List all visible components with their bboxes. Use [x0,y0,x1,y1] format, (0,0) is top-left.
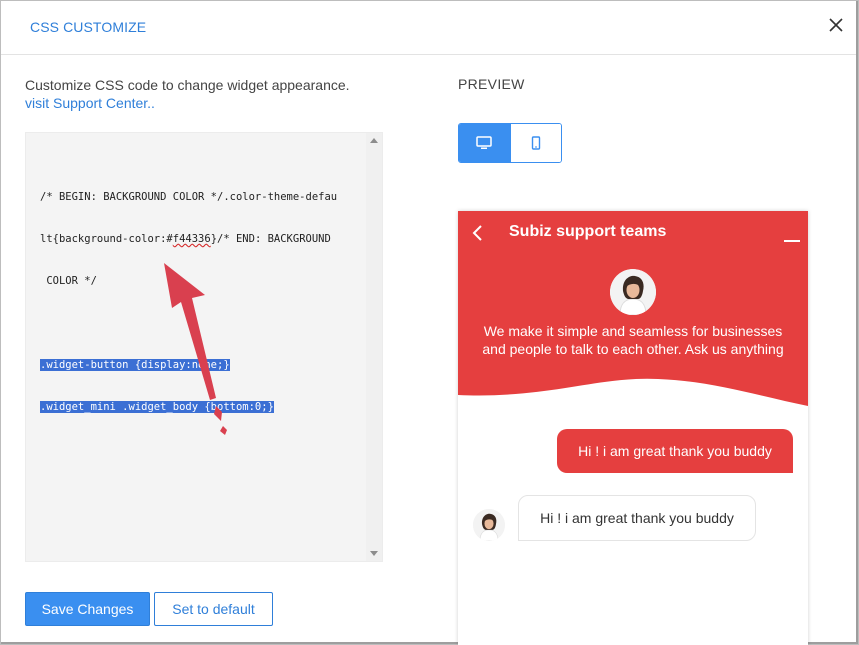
support-center-link[interactable]: visit Support Center.. [25,94,155,112]
close-icon [829,18,843,32]
close-button[interactable] [826,14,846,36]
agent-message-bubble: Hi ! i am great thank you buddy [518,495,756,541]
agent-message-text: Hi ! i am great thank you buddy [540,510,734,526]
code-fragment: lt{background-color:# [40,233,173,245]
modal-title: CSS CUSTOMIZE [30,19,147,35]
widget-intro-text: We make it simple and seamless for busin… [482,323,784,357]
chevron-left-icon [472,225,482,241]
agent-avatar-icon [610,269,656,315]
code-line: /* BEGIN: BACKGROUND COLOR */.color-them… [40,191,338,203]
scroll-down-icon[interactable] [370,551,378,556]
annotation-arrow-icon [164,263,227,435]
agent-avatar [610,269,656,315]
code-fragment-misspelled: f44336 [172,233,211,245]
preview-label: PREVIEW [458,76,525,92]
device-toggle [458,123,562,163]
code-fragment: }/* END: BACKGROUND [210,233,331,245]
scroll-up-icon[interactable] [370,138,378,143]
minimize-button[interactable] [784,230,800,242]
chat-widget-preview: Subiz support teams We make it simple an… [458,211,808,645]
minimize-icon [784,240,800,242]
editor-description: Customize CSS code to change widget appe… [25,77,350,93]
back-button[interactable] [470,223,486,243]
widget-title: Subiz support teams [509,223,667,240]
mobile-icon [531,136,541,150]
visitor-message-text: Hi ! i am great thank you buddy [578,443,772,459]
desktop-preview-button[interactable] [459,124,510,162]
agent-avatar-small [473,509,505,541]
modal-header: CSS CUSTOMIZE [1,1,856,55]
agent-avatar-icon [473,509,505,541]
mobile-preview-button[interactable] [509,124,561,162]
desktop-icon [476,136,493,149]
code-line: lt{background-color:#f44336}/* END: BACK… [40,232,352,246]
save-changes-button[interactable]: Save Changes [25,592,150,626]
set-to-default-button[interactable]: Set to default [154,592,273,626]
editor-scrollbar[interactable] [366,133,382,561]
visitor-message-bubble: Hi ! i am great thank you buddy [557,429,793,473]
widget-header: Subiz support teams We make it simple an… [458,211,808,411]
